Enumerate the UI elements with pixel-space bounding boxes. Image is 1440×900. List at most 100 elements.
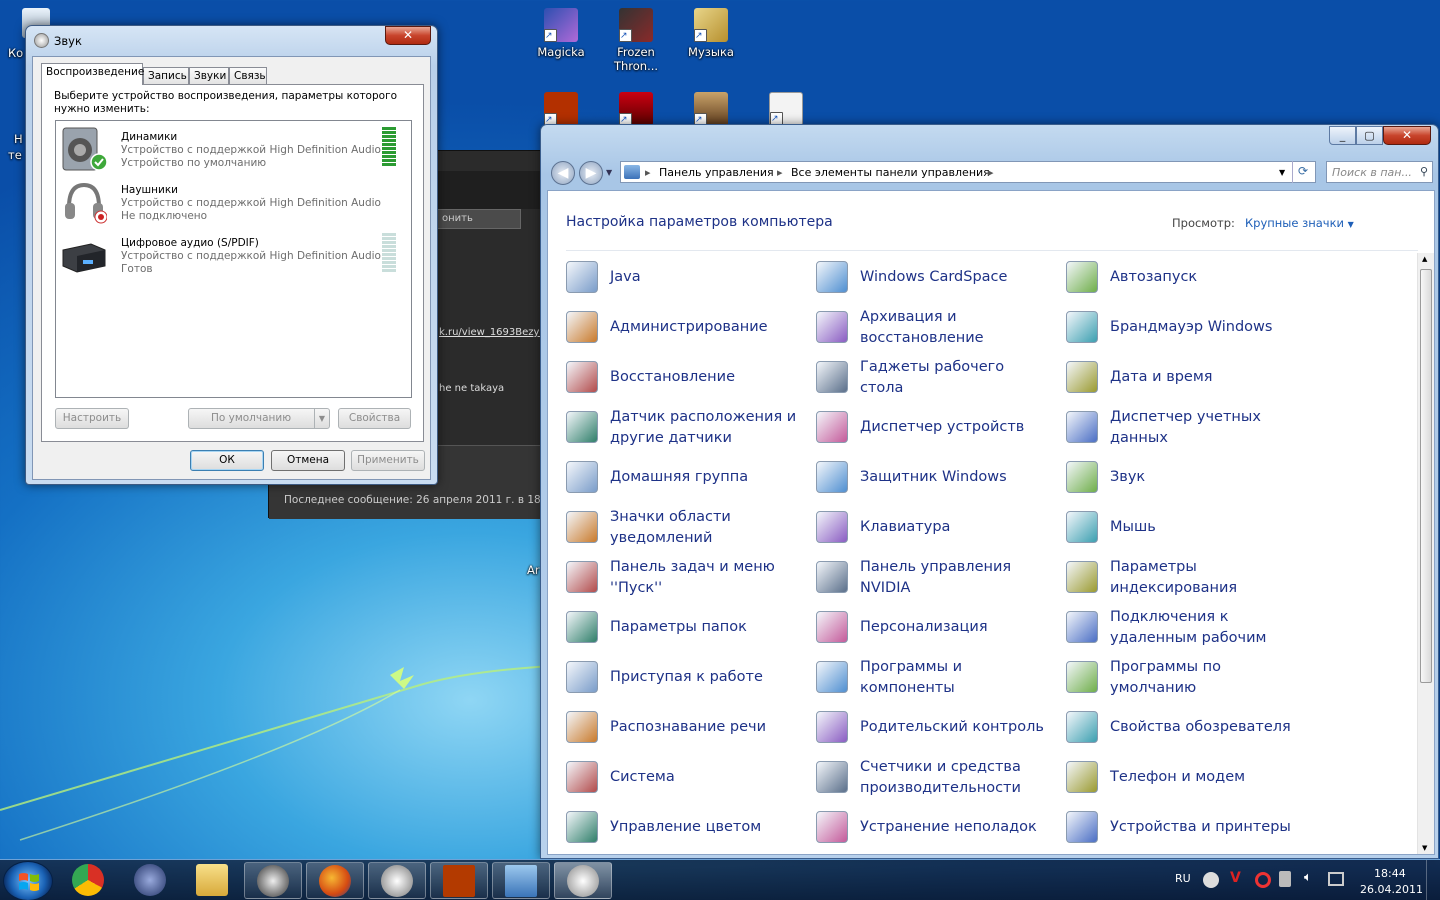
volume-icon[interactable]: 🔈︎ — [1304, 870, 1312, 885]
ok-button[interactable]: ОК — [190, 450, 264, 471]
background-app-link[interactable]: k.ru/view_1693Bezyr — [439, 327, 544, 338]
clock-date[interactable]: 26.04.2011 — [1360, 883, 1423, 896]
device-headphones[interactable]: Наушники Устройство с поддержкой High De… — [58, 176, 408, 228]
taskbar-half-life[interactable] — [430, 862, 488, 899]
cp-item[interactable]: Управление цветом — [566, 805, 806, 851]
close-button[interactable]: ✕ — [385, 26, 431, 45]
network-icon[interactable] — [1328, 872, 1344, 886]
cp-item[interactable]: Звук — [1066, 455, 1306, 501]
cp-item[interactable]: Автозапуск — [1066, 255, 1306, 301]
maximize-button[interactable]: ▢ — [1356, 126, 1383, 145]
tab-playback[interactable]: Воспроизведение — [41, 63, 144, 85]
cp-item[interactable]: Java — [566, 255, 806, 301]
cp-item[interactable]: Подключения к удаленным рабочим — [1066, 605, 1306, 651]
refresh-icon[interactable]: ⟳ — [1292, 161, 1316, 183]
taskbar-player[interactable] — [122, 862, 180, 899]
apply-button[interactable]: Применить — [351, 450, 425, 471]
breadcrumb-all-items[interactable]: Все элементы панели управления — [791, 166, 990, 179]
clock-time[interactable]: 18:44 — [1374, 867, 1406, 880]
cp-item[interactable]: Персонализация — [816, 605, 1056, 651]
cp-item[interactable]: Параметры папок — [566, 605, 806, 651]
cp-item[interactable]: Программы по умолчанию — [1066, 655, 1306, 701]
cp-item[interactable]: Windows CardSpace — [816, 255, 1056, 301]
cp-item[interactable]: Брандмауэр Windows — [1066, 305, 1306, 351]
tab-recording[interactable]: Запись — [143, 67, 189, 84]
device-speakers[interactable]: Динамики Устройство с поддержкой High De… — [58, 123, 408, 175]
search-icon[interactable]: ⚲ — [1420, 165, 1428, 178]
steam-tray-icon[interactable] — [1203, 872, 1219, 888]
forward-button[interactable]: ▶ — [579, 161, 603, 185]
device-list[interactable]: Динамики Устройство с поддержкой High De… — [55, 120, 412, 398]
address-bar[interactable]: ▸ Панель управления ▸ Все элементы панел… — [620, 161, 1316, 183]
cp-item[interactable]: Восстановление — [566, 355, 806, 401]
configure-button[interactable]: Настроить — [55, 408, 129, 429]
cp-item[interactable]: Родительский контроль — [816, 705, 1056, 751]
antivirus-tray-icon[interactable]: V — [1230, 870, 1241, 886]
close-button[interactable]: ✕ — [1383, 126, 1431, 145]
cp-item[interactable]: Счетчики и средства производительности — [816, 755, 1056, 801]
desktop-icon-music[interactable]: Музыка — [680, 8, 742, 59]
search-input[interactable]: Поиск в пан... ⚲ — [1326, 161, 1433, 183]
cp-item[interactable]: Архивация и восстановление — [816, 305, 1056, 351]
app-tray-icon[interactable] — [1255, 872, 1271, 888]
show-desktop-button[interactable] — [1426, 860, 1440, 900]
taskbar-app[interactable] — [368, 862, 426, 899]
device-spdif[interactable]: Цифровое аудио (S/PDIF) Устройство с под… — [58, 229, 408, 281]
cp-item[interactable]: Мышь — [1066, 505, 1306, 551]
cancel-button[interactable]: Отмена — [271, 450, 345, 471]
cp-item[interactable]: Датчик расположения и другие датчики — [566, 405, 806, 451]
cp-item[interactable]: Диспетчер учетных данных — [1066, 405, 1306, 451]
cp-item[interactable]: Дата и время — [1066, 355, 1306, 401]
control-panel-window[interactable]: _ ▢ ✕ ◀ ▶ ▼ ▸ Панель управления ▸ Все эл… — [540, 124, 1439, 859]
cp-item[interactable]: Диспетчер устройств — [816, 405, 1056, 451]
cp-item[interactable]: Домашняя группа — [566, 455, 806, 501]
back-button[interactable]: ◀ — [551, 161, 575, 185]
cp-item[interactable]: Свойства обозревателя — [1066, 705, 1306, 751]
taskbar-chrome[interactable] — [60, 862, 118, 899]
view-dropdown[interactable]: Крупные значки ▼ — [1245, 216, 1354, 230]
set-default-button[interactable]: По умолчанию ▼ — [188, 408, 330, 429]
desktop-icon-magicka[interactable]: Magicka — [530, 8, 592, 59]
tab-communications[interactable]: Связь — [229, 67, 267, 84]
taskbar-firefox[interactable] — [306, 862, 364, 899]
chevron-down-icon[interactable]: ▼ — [314, 409, 329, 428]
language-indicator[interactable]: RU — [1175, 872, 1191, 885]
cp-item[interactable]: Устранение неполадок — [816, 805, 1056, 851]
scroll-up-icon[interactable]: ▲ — [1422, 255, 1427, 263]
chevron-right-icon[interactable]: ▸ — [988, 166, 994, 179]
cp-item[interactable]: Защитник Windows — [816, 455, 1056, 501]
cp-item[interactable]: Панель задач и меню ''Пуск'' — [566, 555, 806, 601]
minimize-button[interactable]: _ — [1329, 126, 1356, 145]
chevron-down-icon[interactable]: ▼ — [1279, 168, 1285, 177]
chevron-right-icon[interactable]: ▸ — [777, 166, 783, 179]
breadcrumb-control-panel[interactable]: Панель управления — [659, 166, 774, 179]
tab-sounds[interactable]: Звуки — [189, 67, 229, 84]
desktop-icon-frozen-throne[interactable]: Frozen Thron... — [605, 8, 667, 73]
scrollbar[interactable]: ▲ ▼ — [1417, 253, 1434, 854]
cp-item[interactable]: Программы и компоненты — [816, 655, 1056, 701]
cp-item[interactable]: Гаджеты рабочего стола — [816, 355, 1056, 401]
taskbar-sound[interactable] — [554, 862, 612, 899]
cp-item[interactable]: Значки области уведомлений — [566, 505, 806, 551]
scrollbar-thumb[interactable] — [1420, 269, 1432, 683]
scroll-down-icon[interactable]: ▼ — [1422, 844, 1427, 852]
background-app-button[interactable]: онить — [437, 209, 521, 229]
cp-item[interactable]: Распознавание речи — [566, 705, 806, 751]
start-button[interactable] — [3, 861, 53, 900]
sound-dialog[interactable]: Звук ✕ Воспроизведение Запись Звуки Связ… — [25, 25, 438, 485]
cp-item[interactable]: Устройства и принтеры — [1066, 805, 1306, 851]
history-dropdown-icon[interactable]: ▼ — [606, 168, 612, 177]
cp-item[interactable]: Приступая к работе — [566, 655, 806, 701]
taskbar-control-panel[interactable] — [492, 862, 550, 899]
cp-item[interactable]: Администрирование — [566, 305, 806, 351]
cp-item[interactable]: Панель управления NVIDIA — [816, 555, 1056, 601]
cp-item[interactable]: Параметры индексирования — [1066, 555, 1306, 601]
chevron-right-icon[interactable]: ▸ — [645, 166, 651, 179]
cp-item[interactable]: Система — [566, 755, 806, 801]
properties-button[interactable]: Свойства — [338, 408, 411, 429]
safely-remove-icon[interactable] — [1279, 871, 1291, 887]
taskbar-steam[interactable] — [244, 862, 302, 899]
taskbar-explorer[interactable] — [184, 862, 242, 899]
cp-item[interactable]: Клавиатура — [816, 505, 1056, 551]
cp-item[interactable]: Телефон и модем — [1066, 755, 1306, 801]
